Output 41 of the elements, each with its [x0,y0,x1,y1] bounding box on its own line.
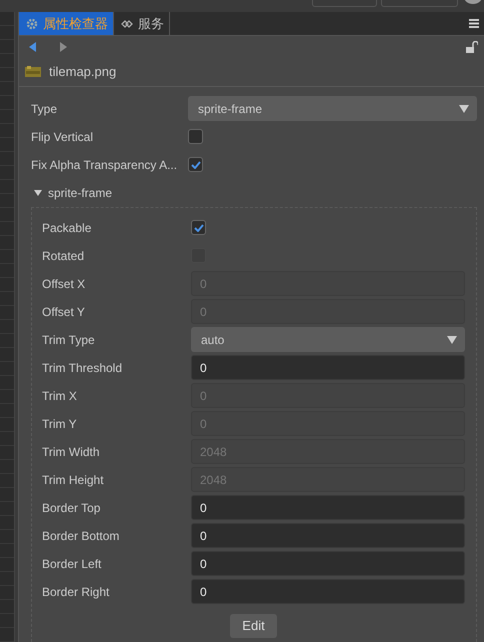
number-field[interactable]: 0 [191,495,465,520]
link-icon [121,18,133,30]
property-label: Border Bottom [42,528,120,543]
number-field[interactable]: 0 [191,579,465,604]
menu-icon[interactable] [469,19,479,28]
property-label: Border Right [42,584,110,599]
property-label: Trim Threshold [42,360,124,375]
image-file-icon [25,66,41,78]
property-label: Border Left [42,556,102,571]
dropdown[interactable]: auto [191,327,465,352]
property-label: Flip Vertical [31,130,94,144]
number-field[interactable]: 0 [191,355,465,380]
property-label: Type [31,102,58,116]
dropdown[interactable]: sprite-frame [188,96,477,122]
property-label: Trim Type [42,332,96,347]
property-label: Trim Y [42,416,78,431]
property-label: Packable [42,220,92,235]
property-label: Border Top [42,500,102,515]
back-icon[interactable] [29,42,37,52]
property-label: Trim Width [42,444,101,459]
tab[interactable]: 属性检查器 [19,12,114,36]
gear-icon [26,18,38,30]
property-label: Fix Alpha Transparency A... [31,158,178,172]
file-name: tilemap.png [49,64,116,80]
number-field[interactable]: 0 [191,523,465,548]
unlock-icon[interactable] [466,40,478,53]
caret-icon [459,104,469,113]
checkbox[interactable] [188,129,203,144]
property-label: Trim Height [42,472,105,487]
property-label: Offset Y [42,304,86,319]
number-field[interactable]: 0 [191,551,465,576]
property-label: Trim X [42,388,78,403]
section-header[interactable]: sprite-frame [31,178,477,207]
caret-icon [447,336,457,344]
checkbox[interactable] [191,220,206,236]
property-label: Offset X [42,276,86,291]
forward-icon[interactable] [60,42,67,52]
checkbox[interactable] [188,157,203,172]
property-label: Rotated [42,248,86,263]
edit-button[interactable]: Edit [230,614,277,638]
caret-icon [34,190,42,196]
